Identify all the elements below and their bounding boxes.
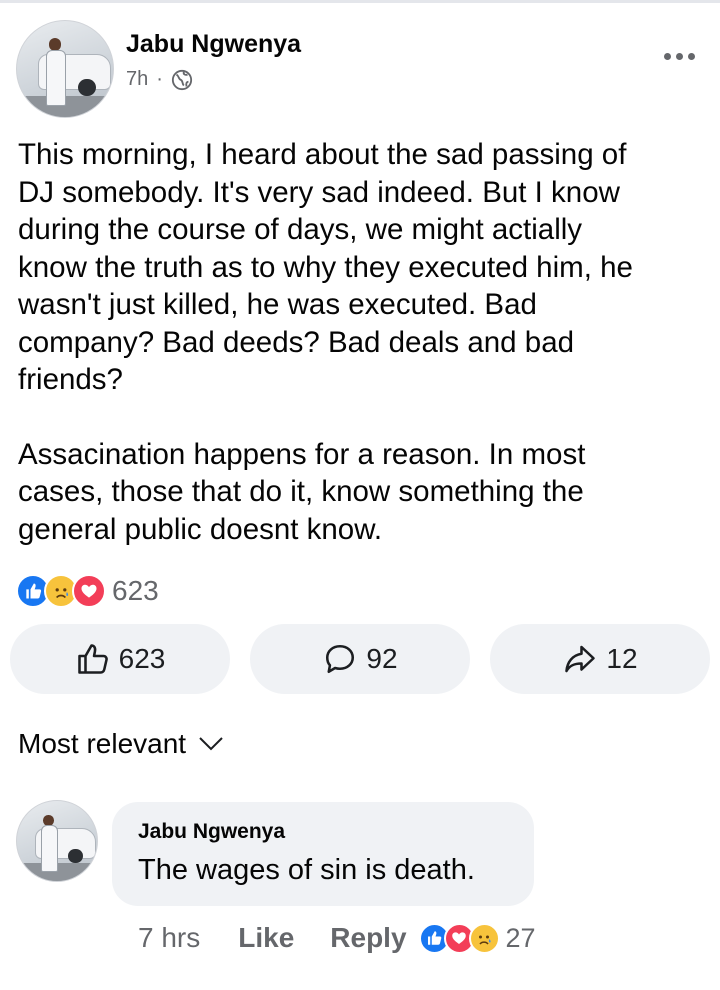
post-body: This morning, I heard about the sad pass…	[18, 136, 708, 548]
author-avatar[interactable]	[16, 20, 114, 118]
comment-author-name[interactable]: Jabu Ngwenya	[138, 820, 285, 844]
post-paragraph: This morning, I heard about the sad pass…	[18, 138, 633, 396]
post-time[interactable]: 7h	[126, 68, 148, 91]
thumbs-up-icon	[77, 644, 108, 674]
avatar-person-body	[45, 49, 67, 106]
comment-reaction-count: 27	[505, 922, 536, 953]
comment-reactions[interactable]	[418, 922, 500, 954]
comment-text: The wages of sin is death.	[138, 854, 475, 886]
comment-like-button[interactable]: Like	[238, 922, 294, 954]
comment-sort-dropdown[interactable]: Most relevant	[18, 728, 224, 760]
reaction-summary[interactable]: 623	[16, 574, 159, 608]
meta-separator: ·	[156, 68, 163, 90]
avatar-person-head	[48, 38, 62, 51]
comment-actions: 7 hrs Like Reply 27	[138, 922, 536, 954]
sad-icon	[468, 922, 500, 954]
share-count: 12	[606, 643, 638, 674]
avatar-wheel	[78, 78, 96, 96]
reaction-count: 623	[112, 575, 159, 606]
post-author-name[interactable]: Jabu Ngwenya	[126, 30, 301, 59]
comment-button[interactable]: 92	[250, 624, 470, 694]
post-paragraph: Assacination happens for a reason. In mo…	[18, 437, 586, 546]
sort-label: Most relevant	[18, 728, 187, 759]
globe-icon[interactable]	[171, 69, 193, 91]
share-icon	[565, 645, 596, 673]
top-divider	[0, 0, 720, 3]
chevron-down-icon	[199, 737, 223, 751]
comment-reply-button[interactable]: Reply	[330, 922, 406, 954]
comment-count: 92	[366, 643, 398, 674]
comment-bubble[interactable]: Jabu Ngwenya The wages of sin is death.	[112, 802, 534, 906]
more-options-icon[interactable]	[664, 46, 700, 66]
commenter-avatar[interactable]	[16, 800, 98, 882]
avatar-wheel	[68, 849, 83, 864]
like-count: 623	[118, 643, 166, 674]
love-icon	[72, 574, 106, 608]
post-meta: 7h ·	[126, 68, 193, 91]
avatar-person-body	[41, 825, 59, 872]
share-button[interactable]: 12	[490, 624, 710, 694]
comment-time[interactable]: 7 hrs	[138, 922, 200, 954]
like-button[interactable]: 623	[10, 624, 230, 694]
comment-icon	[326, 644, 355, 674]
